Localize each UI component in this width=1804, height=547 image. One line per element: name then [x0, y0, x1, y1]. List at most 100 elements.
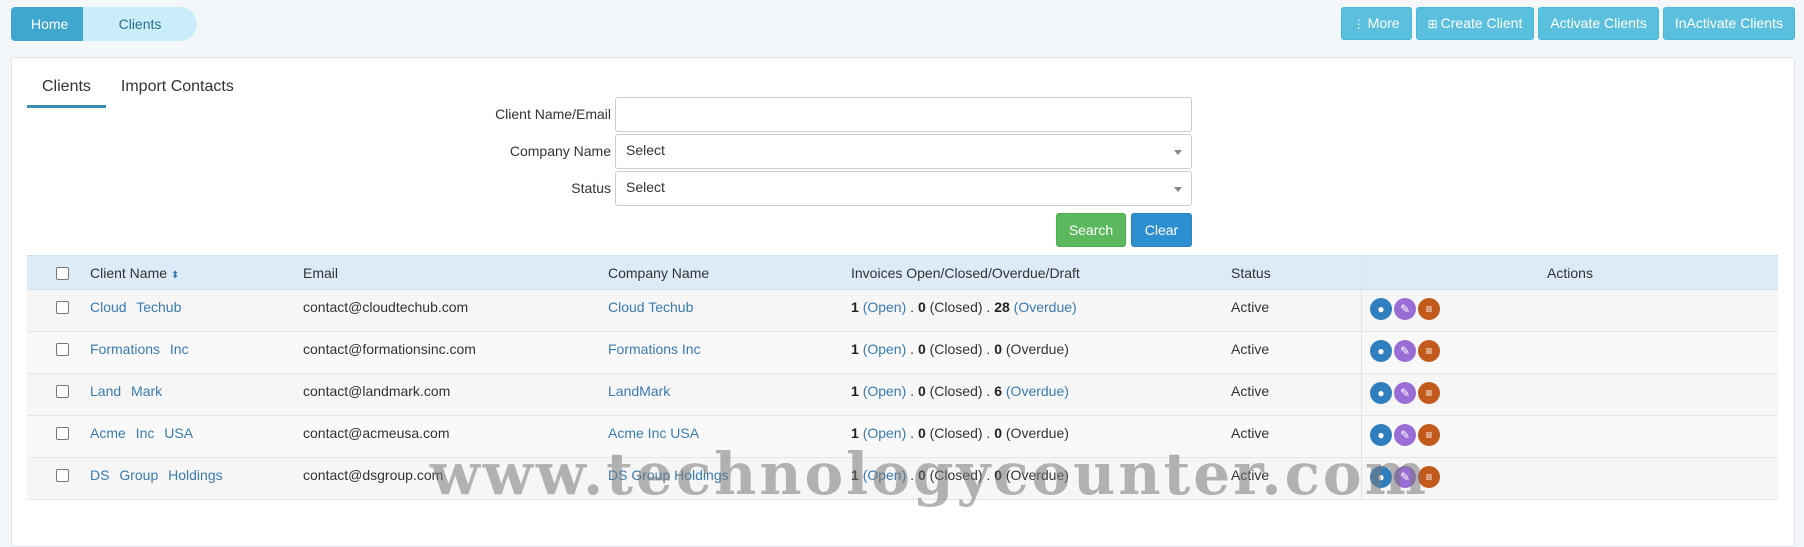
overdue-count: 0	[994, 425, 1002, 441]
edit-icon[interactable]: ✎	[1394, 382, 1416, 404]
closed-count: 0	[917, 299, 926, 315]
notes-icon[interactable]: ≡	[1418, 298, 1440, 320]
edit-icon[interactable]: ✎	[1394, 298, 1416, 320]
client-email: contact@dsgroup.com	[303, 467, 444, 483]
breadcrumb-current: Clients	[83, 7, 197, 41]
open-count: 1	[851, 341, 859, 357]
header-company: Company Name	[608, 265, 710, 281]
client-name-link[interactable]: Acme Inc USA	[90, 416, 193, 450]
header-actions: Actions	[1361, 256, 1778, 289]
table-row: Formations Inc contact@formationsinc.com…	[27, 332, 1778, 374]
edit-icon[interactable]: ✎	[1394, 340, 1416, 362]
open-count: 1	[851, 383, 859, 399]
client-email: contact@acmeusa.com	[303, 425, 450, 441]
create-client-label: Create Client	[1440, 15, 1523, 31]
row-checkbox[interactable]	[56, 427, 69, 440]
chevron-down-icon	[1174, 187, 1182, 192]
closed-label: (Closed)	[929, 341, 983, 357]
filter-company-row: Company Name Select	[12, 134, 1796, 169]
company-name-select-value: Select	[626, 142, 665, 158]
row-checkbox[interactable]	[56, 469, 69, 482]
watermark: www.technologycounter.com	[430, 440, 1429, 508]
client-email: contact@landmark.com	[303, 383, 451, 399]
closed-count: 0	[917, 425, 926, 441]
client-name-link[interactable]: Cloud Techub	[90, 290, 181, 324]
header-status: Status	[1231, 265, 1271, 281]
invoice-summary: 1 (Open) . 0 (Closed) . 0 (Overdue)	[851, 341, 1069, 357]
breadcrumb: Home Clients	[11, 7, 197, 41]
overdue-link[interactable]: (Overdue)	[1006, 383, 1069, 399]
company-name-label: Company Name	[509, 143, 611, 159]
overdue-count: 6	[994, 383, 1002, 399]
more-label: More	[1367, 15, 1400, 31]
closed-label: (Closed)	[929, 425, 983, 441]
status-select[interactable]: Select	[615, 171, 1192, 206]
client-email: contact@cloudtechub.com	[303, 299, 469, 315]
table-row: Cloud Techub contact@cloudtechub.com Clo…	[27, 290, 1778, 332]
row-actions: ● ✎ ≡	[1361, 332, 1778, 373]
eye-icon[interactable]: ●	[1370, 382, 1392, 404]
action-icons: ● ✎ ≡	[1370, 298, 1440, 320]
open-link[interactable]: (Open)	[863, 383, 907, 399]
action-icons: ● ✎ ≡	[1370, 340, 1440, 362]
create-client-button[interactable]: ⊞ Create Client	[1415, 7, 1535, 40]
client-name-email-label: Client Name/Email	[495, 106, 611, 122]
top-actions: ⋮ More ⊞ Create Client Activate Clients In…	[1340, 7, 1795, 40]
plus-square-icon: ⊞	[1427, 17, 1438, 31]
eye-icon[interactable]: ●	[1370, 298, 1392, 320]
row-actions: ● ✎ ≡	[1361, 374, 1778, 415]
filter-name-row: Client Name/Email	[12, 97, 1796, 132]
sort-icon[interactable]: ⬍	[171, 270, 179, 281]
row-actions: ● ✎ ≡	[1361, 290, 1778, 331]
select-all-checkbox[interactable]	[56, 267, 69, 280]
row-checkbox[interactable]	[56, 385, 69, 398]
company-link[interactable]: Cloud Techub	[608, 290, 693, 324]
client-name-email-input[interactable]	[615, 97, 1192, 132]
client-name-link[interactable]: DS Group Holdings	[90, 458, 223, 492]
open-link[interactable]: (Open)	[863, 299, 907, 315]
top-bar: Home Clients ⋮ More ⊞ Create Client Activa…	[0, 0, 1804, 50]
breadcrumb-home[interactable]: Home	[11, 7, 83, 41]
overdue-count: 0	[994, 341, 1002, 357]
action-icons: ● ✎ ≡	[1370, 382, 1440, 404]
header-invoices: Invoices Open/Closed/Overdue/Draft	[851, 265, 1080, 281]
invoice-summary: 1 (Open) . 0 (Closed) . 6 (Overdue)	[851, 383, 1069, 399]
notes-icon[interactable]: ≡	[1418, 382, 1440, 404]
clear-button[interactable]: Clear	[1131, 213, 1192, 247]
table-row: Land Mark contact@landmark.com LandMark …	[27, 374, 1778, 416]
status-label: Status	[571, 180, 611, 196]
client-name-link[interactable]: Land Mark	[90, 374, 162, 408]
row-checkbox[interactable]	[56, 343, 69, 356]
company-link[interactable]: LandMark	[608, 374, 670, 408]
overdue-label: (Overdue)	[1005, 425, 1069, 441]
company-name-select[interactable]: Select	[615, 134, 1192, 169]
more-button[interactable]: ⋮ More	[1340, 7, 1412, 40]
closed-count: 0	[917, 383, 926, 399]
client-status: Active	[1231, 341, 1270, 357]
open-link[interactable]: (Open)	[863, 341, 907, 357]
row-checkbox[interactable]	[56, 301, 69, 314]
overdue-count: 28	[994, 299, 1010, 315]
invoice-summary: 1 (Open) . 0 (Closed) . 28 (Overdue)	[851, 299, 1077, 315]
activate-clients-button[interactable]: Activate Clients	[1538, 7, 1659, 40]
overdue-label: (Overdue)	[1005, 341, 1069, 357]
chevron-down-icon	[1174, 150, 1182, 155]
closed-label: (Closed)	[929, 299, 983, 315]
open-link[interactable]: (Open)	[863, 425, 907, 441]
more-icon: ⋮	[1352, 17, 1365, 31]
client-email: contact@formationsinc.com	[303, 341, 476, 357]
header-client-name[interactable]: Client Name ⬍	[90, 256, 179, 293]
table-header: Client Name ⬍ Email Company Name Invoices…	[27, 255, 1778, 290]
closed-label: (Closed)	[929, 383, 983, 399]
company-link[interactable]: Formations Inc	[608, 332, 701, 366]
eye-icon[interactable]: ●	[1370, 340, 1392, 362]
search-button[interactable]: Search	[1056, 213, 1126, 247]
client-name-link[interactable]: Formations Inc	[90, 332, 189, 366]
overdue-link[interactable]: (Overdue)	[1014, 299, 1077, 315]
notes-icon[interactable]: ≡	[1418, 340, 1440, 362]
filter-status-row: Status Select	[12, 171, 1796, 206]
header-client-name-label: Client Name	[90, 265, 168, 281]
inactivate-clients-button[interactable]: InActivate Clients	[1662, 7, 1795, 40]
open-count: 1	[851, 425, 859, 441]
client-status: Active	[1231, 299, 1270, 315]
